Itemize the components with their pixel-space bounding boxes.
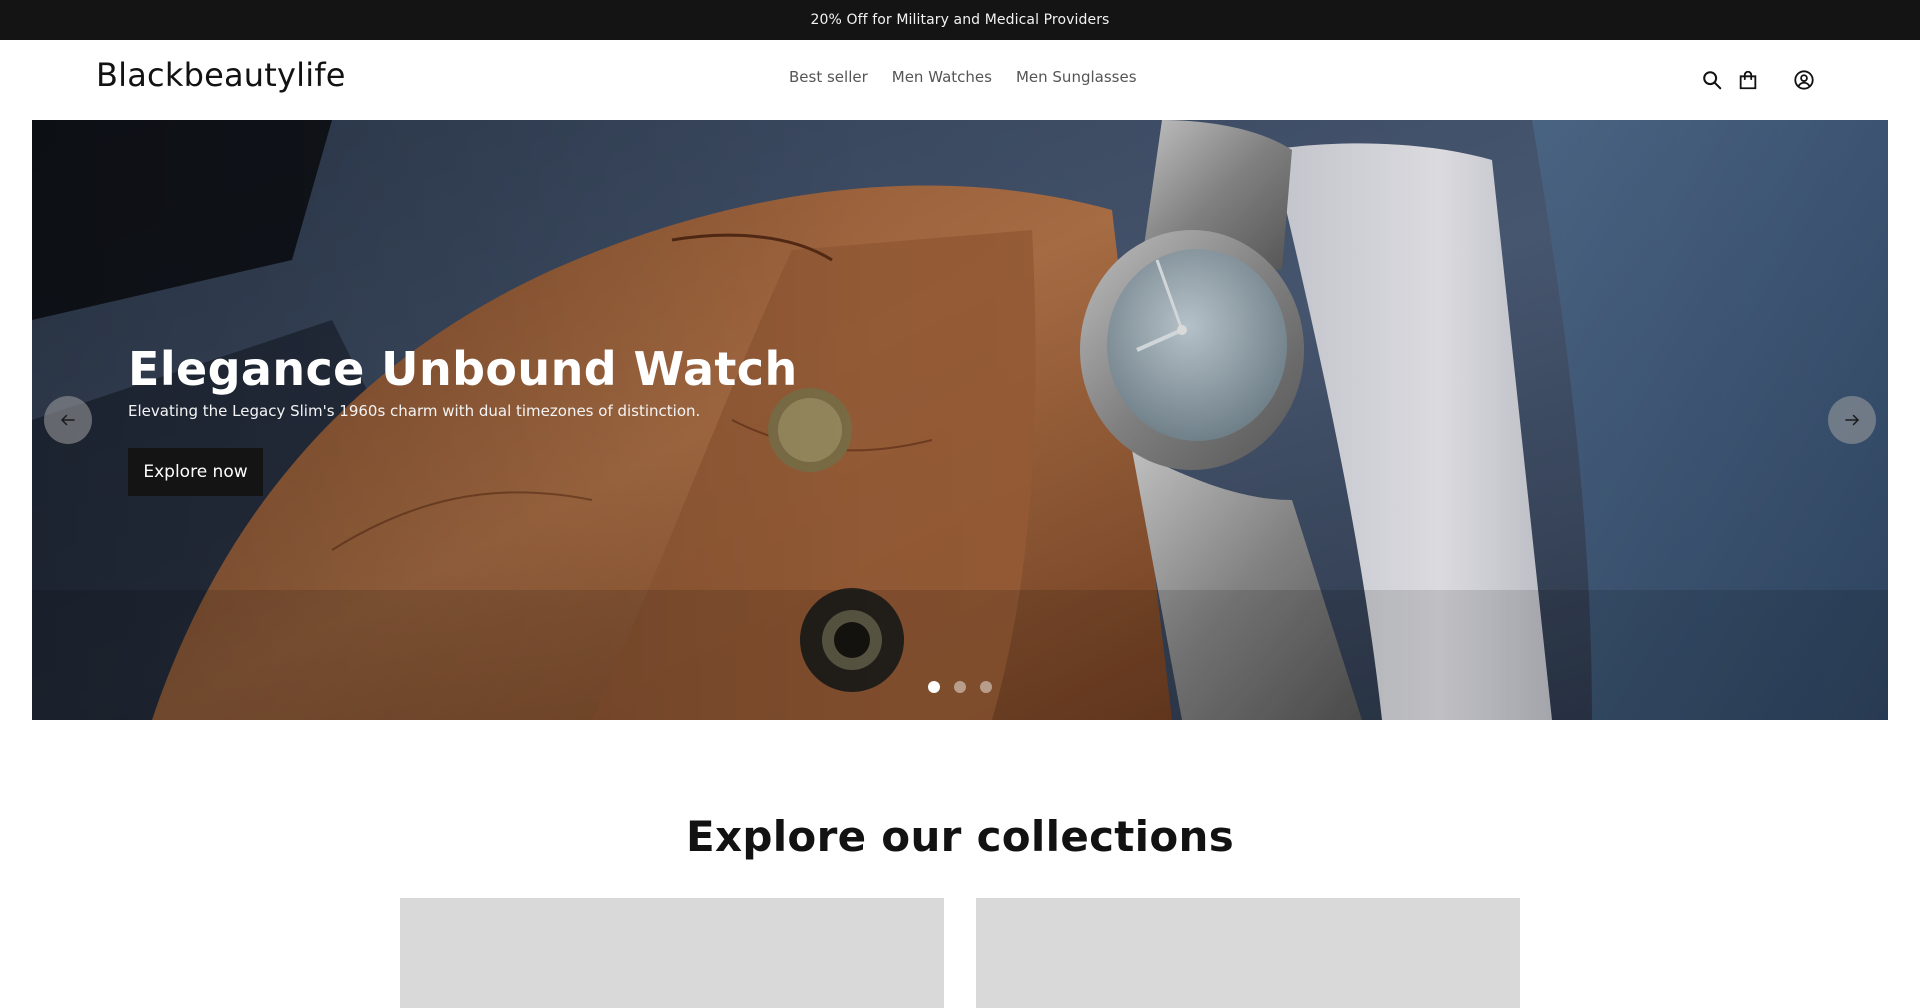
slide-dot-2[interactable] (954, 681, 966, 693)
site-logo[interactable]: Blackbeautylife (96, 56, 346, 94)
hero-title: Elegance Unbound Watch (128, 342, 798, 396)
announcement-bar: 20% Off for Military and Medical Provide… (0, 0, 1920, 40)
hero-overlay (32, 120, 1888, 720)
announcement-text: 20% Off for Military and Medical Provide… (810, 12, 1110, 28)
collection-card-1[interactable] (400, 898, 944, 1008)
nav-item-men-watches[interactable]: Men Watches (892, 68, 992, 86)
next-slide-button[interactable] (1828, 396, 1876, 444)
main-nav: Best seller Men Watches Men Sunglasses (789, 68, 1137, 86)
previous-slide-button[interactable] (44, 396, 92, 444)
slide-indicators (928, 681, 992, 693)
collection-card-2[interactable] (976, 898, 1520, 1008)
nav-item-best-seller[interactable]: Best seller (789, 68, 868, 86)
explore-now-button[interactable]: Explore now (128, 448, 263, 496)
hero-subtitle: Elevating the Legacy Slim's 1960s charm … (128, 402, 701, 420)
search-icon[interactable] (1700, 68, 1724, 92)
nav-item-men-sunglasses[interactable]: Men Sunglasses (1016, 68, 1137, 86)
arrow-left-icon (61, 414, 75, 426)
collections-heading: Explore our collections (685, 812, 1235, 861)
site-header: Blackbeautylife Best seller Men Watches … (0, 40, 1920, 120)
arrow-right-icon (1845, 414, 1859, 426)
slide-dot-1[interactable] (928, 681, 940, 693)
account-icon[interactable] (1792, 68, 1816, 92)
cart-icon[interactable] (1736, 68, 1760, 92)
hero-slideshow: Elegance Unbound Watch Elevating the Leg… (32, 120, 1888, 720)
slide-dot-3[interactable] (980, 681, 992, 693)
